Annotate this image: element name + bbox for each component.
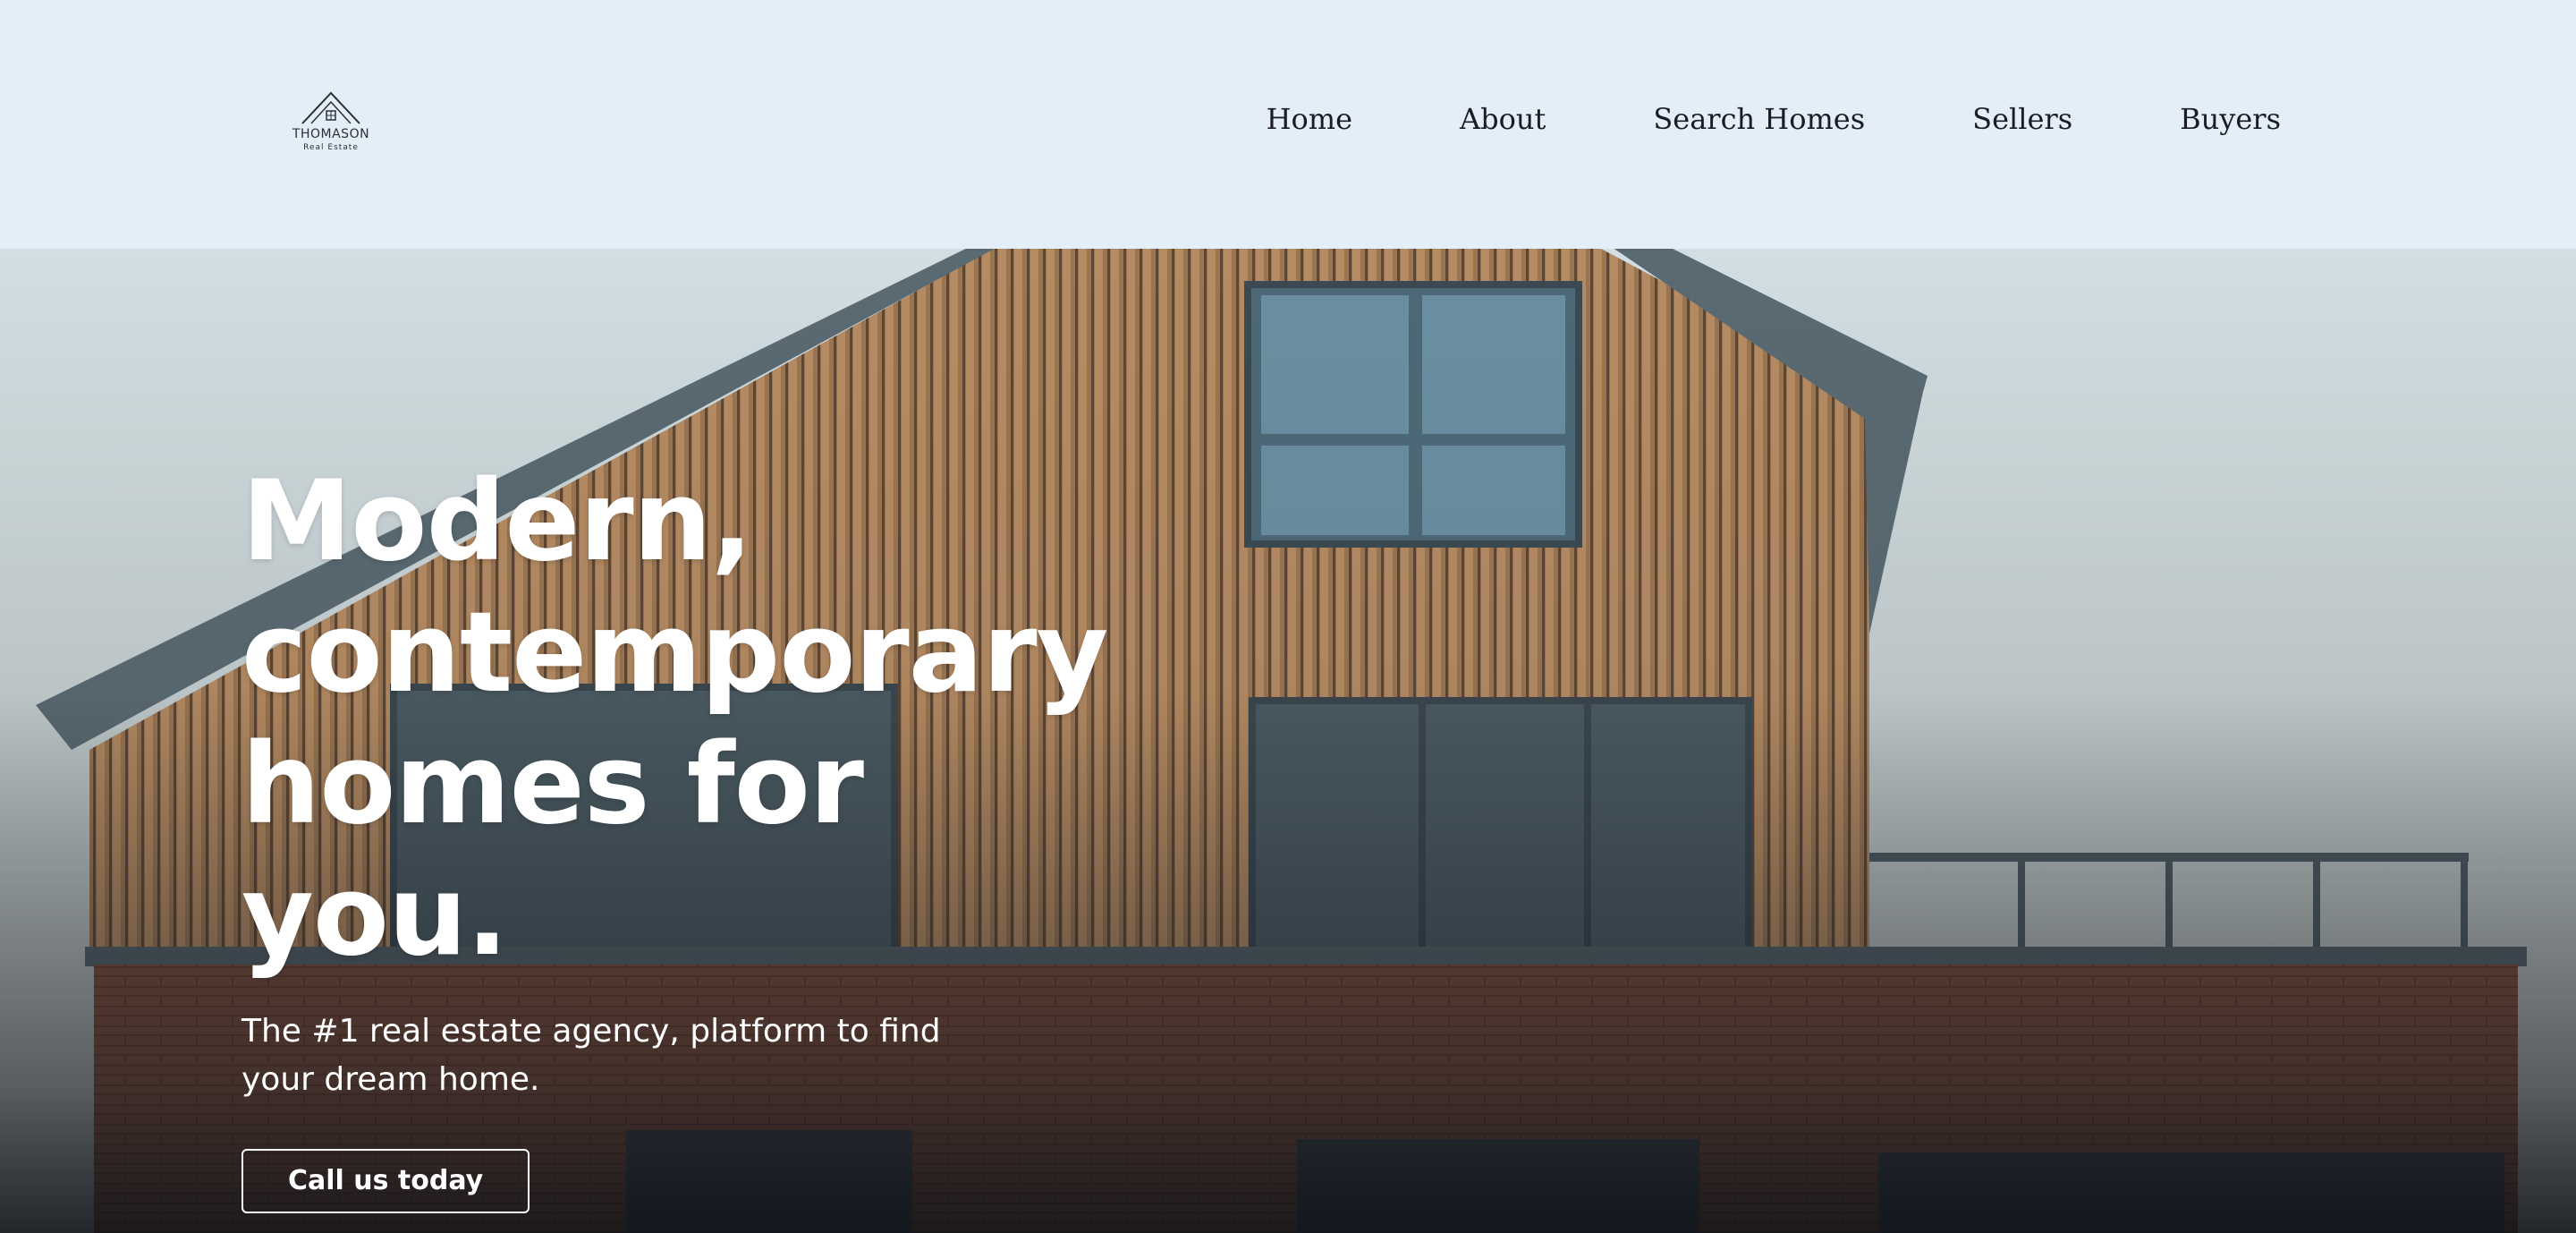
hero-subtitle: The #1 real estate agency, platform to f…: [242, 1013, 941, 1098]
house-roof-icon: [301, 91, 360, 124]
brand-logo[interactable]: THOMASON Real Estate: [286, 89, 376, 156]
hero-section: Modern, contemporary homes for you. The …: [0, 249, 2576, 1233]
brand-tagline: Real Estate: [303, 143, 359, 152]
nav-item-search-homes[interactable]: Search Homes: [1653, 102, 1865, 147]
call-us-button[interactable]: Call us today: [242, 1149, 530, 1213]
brand-name: THOMASON: [292, 127, 370, 141]
main-nav: Home About Search Homes Sellers Buyers: [1267, 102, 2281, 147]
nav-item-home[interactable]: Home: [1267, 102, 1352, 147]
hero-content: Modern, contemporary homes for you. The …: [242, 456, 1136, 1213]
nav-item-about[interactable]: About: [1460, 102, 1546, 147]
hero-title: Modern, contemporary homes for you.: [242, 457, 1108, 981]
site-header: THOMASON Real Estate Home About Search H…: [0, 0, 2576, 249]
nav-item-buyers[interactable]: Buyers: [2180, 102, 2281, 147]
nav-item-sellers[interactable]: Sellers: [1972, 102, 2072, 147]
